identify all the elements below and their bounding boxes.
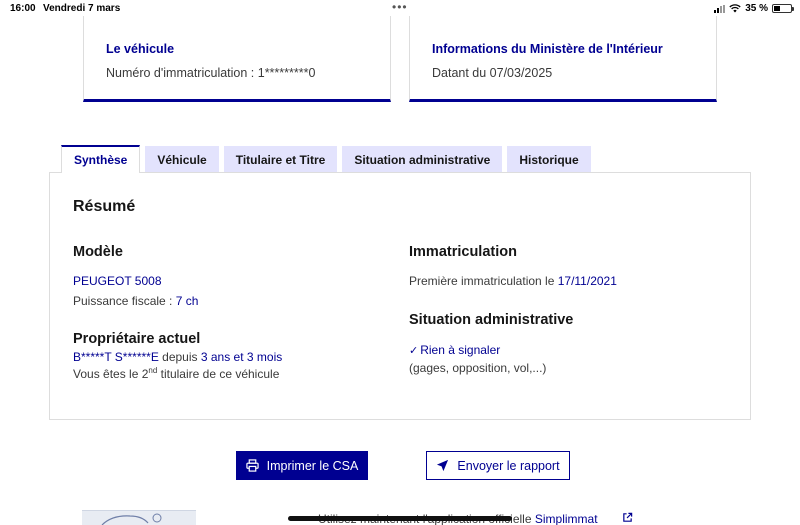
summary-panel: Résumé Modèle PEUGEOT 5008 Puissance fis… bbox=[49, 172, 751, 420]
send-report-label: Envoyer le rapport bbox=[457, 458, 560, 473]
battery-level bbox=[774, 6, 780, 11]
car-illustration-icon bbox=[101, 513, 162, 525]
owner-heading: Propriétaire actuel bbox=[73, 331, 201, 347]
status-date: Vendredi 7 mars bbox=[43, 3, 121, 14]
fiscal-power-label: Puissance fiscale : bbox=[73, 294, 176, 308]
battery-percent: 35 % bbox=[745, 3, 768, 14]
admin-details: (gages, opposition, vol,...) bbox=[409, 361, 547, 375]
external-link-icon[interactable] bbox=[622, 512, 633, 523]
registration-number: Numéro d'immatriculation : 1*********0 bbox=[106, 66, 316, 80]
model-name: PEUGEOT 5008 bbox=[73, 274, 162, 288]
print-csa-button[interactable]: Imprimer le CSA bbox=[236, 451, 368, 480]
app-preview-image bbox=[82, 510, 196, 525]
cellular-signal-icon bbox=[714, 4, 726, 13]
owner-rank-prefix: Vous êtes le 2 bbox=[73, 367, 149, 381]
tab-list: Synthèse Véhicule Titulaire et Titre Sit… bbox=[61, 145, 591, 173]
send-report-button[interactable]: Envoyer le rapport bbox=[426, 451, 570, 480]
ministry-date: Datant du 07/03/2025 bbox=[432, 66, 553, 80]
admin-heading: Situation administrative bbox=[409, 312, 574, 328]
wifi-icon bbox=[729, 4, 741, 13]
battery-icon bbox=[772, 4, 794, 13]
owner-rank-sup: nd bbox=[148, 366, 158, 375]
model-heading: Modèle bbox=[73, 244, 123, 260]
send-icon bbox=[437, 459, 449, 472]
summary-heading: Résumé bbox=[73, 198, 136, 215]
vehicle-card: Le véhicule Numéro d'immatriculation : 1… bbox=[83, 16, 391, 102]
owner-rank-suffix: titulaire de ce véhicule bbox=[157, 367, 280, 381]
owner-name: B*****T S******E bbox=[73, 350, 159, 364]
ministry-card: Informations du Ministère de l'Intérieur… bbox=[409, 16, 717, 102]
fiscal-power: Puissance fiscale : 7 ch bbox=[73, 294, 198, 308]
owner-since-value: 3 ans et 3 mois bbox=[200, 350, 283, 364]
simplimmat-link[interactable]: Simplimmat bbox=[535, 512, 598, 525]
fiscal-power-value: 7 ch bbox=[175, 294, 199, 308]
registration-heading: Immatriculation bbox=[409, 244, 517, 260]
first-registration-label: Première immatriculation le bbox=[409, 274, 558, 288]
vehicle-card-title: Le véhicule bbox=[106, 42, 175, 56]
home-indicator[interactable] bbox=[288, 516, 512, 521]
tab-situation-administrative[interactable]: Situation administrative bbox=[342, 146, 503, 173]
admin-status: ✓ Rien à signaler bbox=[409, 343, 500, 357]
tab-titulaire-et-titre[interactable]: Titulaire et Titre bbox=[223, 146, 338, 173]
tab-historique[interactable]: Historique bbox=[507, 146, 591, 173]
status-time: 16:00 bbox=[10, 3, 36, 14]
owner-rank: Vous êtes le 2nd titulaire de ce véhicul… bbox=[73, 366, 279, 381]
status-right: 35 % bbox=[714, 3, 794, 14]
multitask-dots-icon[interactable]: ••• bbox=[392, 0, 408, 14]
tab-vehicule[interactable]: Véhicule bbox=[145, 146, 219, 173]
printer-icon bbox=[245, 459, 259, 472]
first-registration-date: 17/11/2021 bbox=[557, 274, 617, 288]
tab-synthese[interactable]: Synthèse bbox=[61, 145, 141, 173]
admin-status-text: Rien à signaler bbox=[420, 343, 501, 357]
first-registration: Première immatriculation le 17/11/2021 bbox=[409, 274, 617, 288]
owner-since-label: depuis bbox=[158, 350, 201, 364]
print-csa-label: Imprimer le CSA bbox=[266, 458, 359, 473]
owner-line: B*****T S******E depuis 3 ans et 3 mois bbox=[73, 350, 282, 364]
check-icon: ✓ bbox=[409, 345, 419, 357]
ministry-card-title: Informations du Ministère de l'Intérieur bbox=[432, 42, 663, 56]
